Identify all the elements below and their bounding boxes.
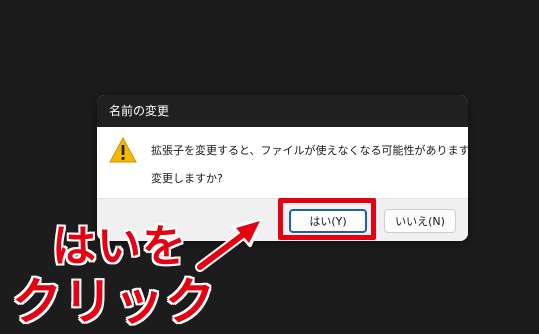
dialog-title: 名前の変更 <box>97 95 468 127</box>
dialog-question: 変更しますか? <box>151 172 223 185</box>
annotation-line2: クリック <box>12 273 216 331</box>
dialog-content: 拡張子を変更すると、ファイルが使えなくなる可能性があります。 変更しますか? <box>97 127 468 199</box>
click-highlight-box <box>278 198 376 240</box>
dialog-message: 拡張子を変更すると、ファイルが使えなくなる可能性があります。 <box>151 144 468 157</box>
warning-icon <box>109 137 137 163</box>
no-button[interactable]: いいえ(N) <box>384 209 456 233</box>
